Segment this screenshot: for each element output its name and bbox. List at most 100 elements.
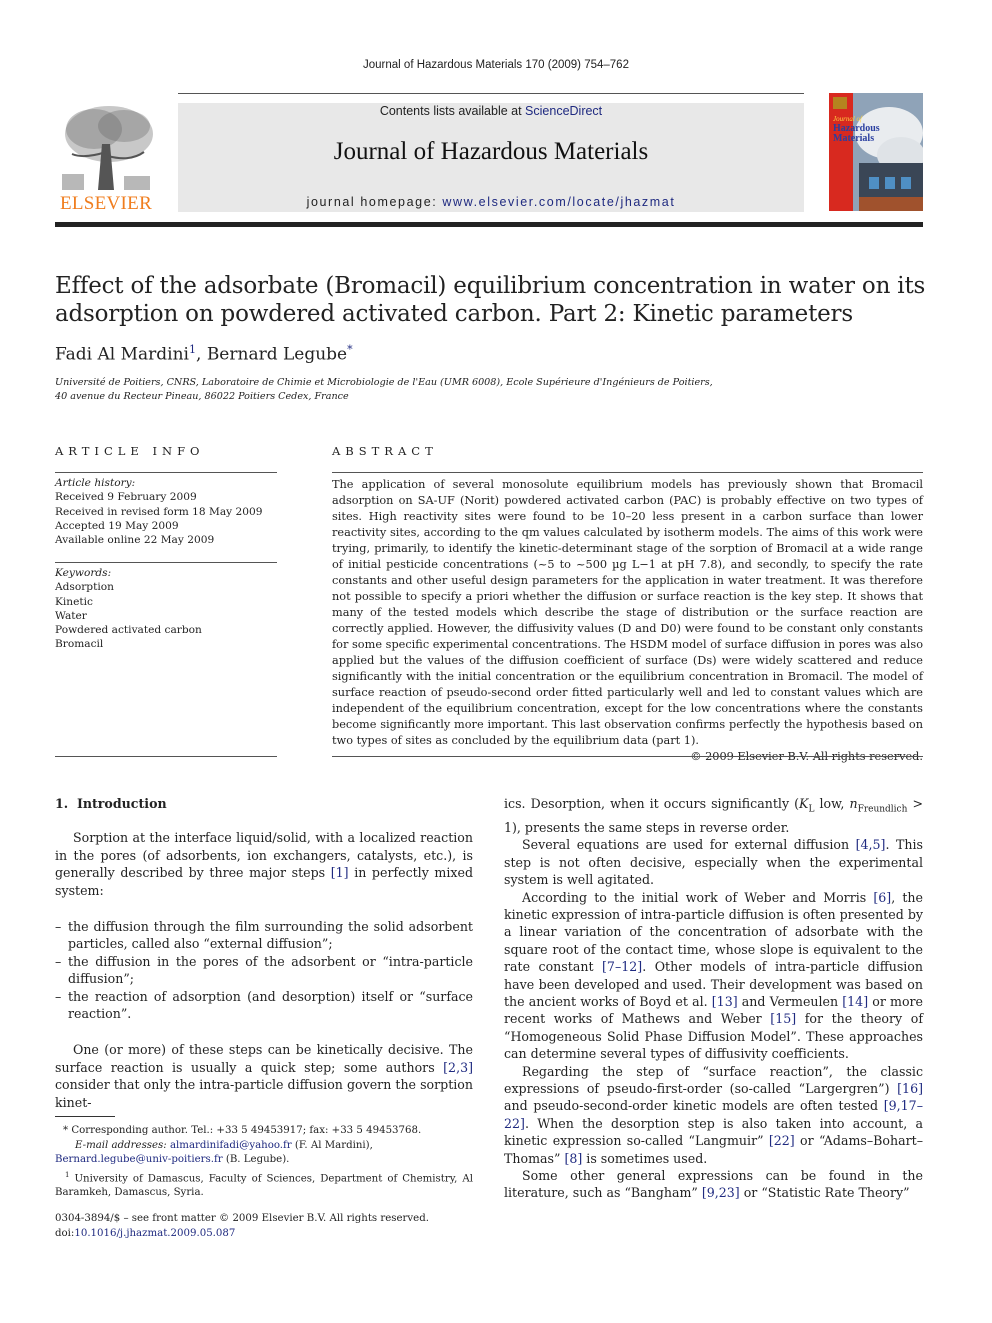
- doi-link[interactable]: 10.1016/j.jhazmat.2009.05.087: [74, 1228, 235, 1239]
- affiliation: Université de Poitiers, CNRS, Laboratoir…: [55, 376, 755, 404]
- citation-link[interactable]: [15]: [770, 1011, 796, 1026]
- running-head: Journal of Hazardous Materials 170 (2009…: [363, 59, 629, 71]
- homepage-prefix: journal homepage:: [306, 195, 443, 209]
- issn-line: 0304-3894/$ – see front matter © 2009 El…: [55, 1213, 429, 1224]
- abstract-text: The application of several monosolute eq…: [332, 478, 923, 747]
- text: ics. Desorption, when it occurs signific…: [504, 796, 800, 811]
- citation-link[interactable]: [8]: [564, 1151, 582, 1166]
- contents-prefix: Contents lists available at: [379, 104, 526, 118]
- keywords-label: Keywords:: [55, 567, 112, 579]
- journal-cover-image: Journal of Hazardous Materials: [829, 93, 925, 211]
- paragraph: ics. Desorption, when it occurs signific…: [504, 795, 923, 836]
- citation-link[interactable]: [14]: [842, 994, 868, 1009]
- article-info-bottom-rule: [55, 756, 277, 757]
- sciencedirect-link[interactable]: ScienceDirect: [525, 104, 602, 118]
- email-owner: (F. Al Mardini),: [291, 1139, 373, 1151]
- paragraph: According to the initial work of Weber a…: [504, 889, 923, 1063]
- cover-title-line3: Materials: [833, 133, 874, 144]
- email-owner: (B. Legube).: [222, 1154, 290, 1165]
- citation-link[interactable]: [6]: [873, 890, 891, 905]
- text: One (or more) of these steps can be kine…: [55, 1042, 473, 1075]
- front-matter: 0304-3894/$ – see front matter © 2009 El…: [55, 1212, 475, 1241]
- abstract-heading: ABSTRACT: [332, 444, 438, 458]
- footnote-text: University of Damascus, Faculty of Scien…: [55, 1172, 473, 1199]
- citation-link[interactable]: [7–12]: [602, 959, 642, 974]
- section-number: 1.: [55, 796, 69, 811]
- keyword-item: Kinetic: [55, 595, 93, 608]
- keyword-item: Bromacil: [55, 638, 104, 651]
- corresponding-author-mark[interactable]: *: [347, 343, 353, 356]
- article-info-heading: ARTICLE INFO: [55, 444, 205, 458]
- footnotes: * Corresponding author. Tel.: +33 5 4945…: [55, 1124, 473, 1201]
- homepage-line: journal homepage: www.elsevier.com/locat…: [178, 195, 804, 209]
- text: or “Statistic Rate Theory”: [739, 1185, 910, 1201]
- paragraph: Sorption at the interface liquid/solid, …: [55, 829, 473, 899]
- author-name: Bernard Legube: [206, 344, 348, 365]
- elsevier-wordmark: ELSEVIER: [59, 193, 153, 214]
- corresponding-author-note: * Corresponding author. Tel.: +33 5 4945…: [63, 1125, 422, 1136]
- keywords: Keywords: Adsorption Kinetic Water Powde…: [55, 566, 277, 652]
- history-item: Available online 22 May 2009: [55, 534, 215, 547]
- citation-link[interactable]: [1]: [331, 865, 349, 880]
- subscript: Freundlich: [857, 804, 908, 815]
- history-label: Article history:: [55, 477, 136, 489]
- text: According to the initial work of Weber a…: [522, 889, 874, 905]
- text: and Vermeulen: [737, 993, 843, 1009]
- affiliation-line: 40 avenue du Recteur Pineau, 86022 Poiti…: [55, 391, 349, 402]
- paragraph: One (or more) of these steps can be kine…: [55, 1041, 473, 1111]
- tree-icon: [54, 104, 158, 192]
- list-item: the diffusion in the pores of the adsorb…: [55, 953, 473, 988]
- cover-art-icon: Journal of Hazardous Materials: [829, 93, 925, 211]
- author-footnote-mark[interactable]: 1: [189, 343, 196, 356]
- history-item: Accepted 19 May 2009: [55, 519, 179, 532]
- article-info-rule: [55, 472, 277, 473]
- list-item: the diffusion through the film surroundi…: [55, 918, 473, 953]
- citation-link[interactable]: [4,5]: [856, 837, 886, 852]
- author-list: Fadi Al Mardini1, Bernard Legube*: [55, 343, 353, 365]
- article-history: Article history: Received 9 February 200…: [55, 476, 277, 547]
- abstract: The application of several monosolute eq…: [332, 477, 923, 765]
- homepage-link[interactable]: www.elsevier.com/locate/jhazmat: [442, 195, 675, 209]
- email-link[interactable]: Bernard.legube@univ-poitiers.fr: [55, 1154, 223, 1165]
- article-title: Effect of the adsorbate (Bromacil) equil…: [55, 273, 926, 327]
- email-label: E-mail addresses:: [75, 1139, 170, 1151]
- doi-label: doi:: [55, 1227, 75, 1239]
- text: and pseudo-second-order kinetic models a…: [504, 1098, 884, 1114]
- journal-name: Journal of Hazardous Materials: [333, 138, 649, 165]
- affiliation-line: Université de Poitiers, CNRS, Laboratoir…: [55, 377, 713, 388]
- text: is sometimes used.: [582, 1150, 708, 1166]
- keyword-item: Powdered activated carbon: [55, 624, 202, 637]
- text: Several equations are used for external …: [522, 837, 856, 853]
- header-rule: [178, 93, 804, 94]
- body-column-right: ics. Desorption, when it occurs signific…: [504, 795, 923, 1202]
- citation-link[interactable]: [9,23]: [702, 1185, 740, 1200]
- citation-link[interactable]: [13]: [712, 994, 738, 1009]
- section-title: Introduction: [76, 796, 167, 811]
- abstract-bottom-rule: [332, 756, 923, 757]
- cover-title-line1: Journal of: [833, 115, 863, 123]
- steps-list: the diffusion through the film surroundi…: [55, 918, 473, 1022]
- symbol: n: [849, 796, 858, 811]
- body-column-left: 1. Introduction Sorption at the interfac…: [55, 795, 473, 1111]
- history-item: Received in revised form 18 May 2009: [55, 505, 263, 518]
- footnote-rule: [55, 1116, 115, 1117]
- text: low,: [814, 796, 850, 811]
- author-name: Fadi Al Mardini: [55, 344, 189, 365]
- email-link[interactable]: almardinifadi@yahoo.fr: [170, 1140, 292, 1151]
- header-thick-rule: [55, 222, 923, 227]
- section-heading: 1. Introduction: [55, 795, 473, 812]
- contents-line: Contents lists available at ScienceDirec…: [178, 104, 804, 118]
- abstract-rule: [332, 472, 923, 473]
- keyword-item: Water: [55, 609, 87, 622]
- history-item: Received 9 February 2009: [55, 491, 197, 504]
- author-separator: ,: [196, 344, 207, 365]
- keywords-rule: [55, 562, 277, 563]
- abstract-copyright: © 2009 Elsevier B.V. All rights reserved…: [690, 750, 923, 763]
- citation-link[interactable]: [22]: [769, 1133, 795, 1148]
- keyword-item: Adsorption: [55, 581, 114, 594]
- citation-link[interactable]: [2,3]: [443, 1060, 473, 1075]
- citation-link[interactable]: [16]: [897, 1081, 923, 1096]
- paragraph: Regarding the step of “surface reaction”…: [504, 1063, 923, 1167]
- paragraph: Some other general expressions can be fo…: [504, 1167, 923, 1202]
- paragraph: Several equations are used for external …: [504, 836, 923, 888]
